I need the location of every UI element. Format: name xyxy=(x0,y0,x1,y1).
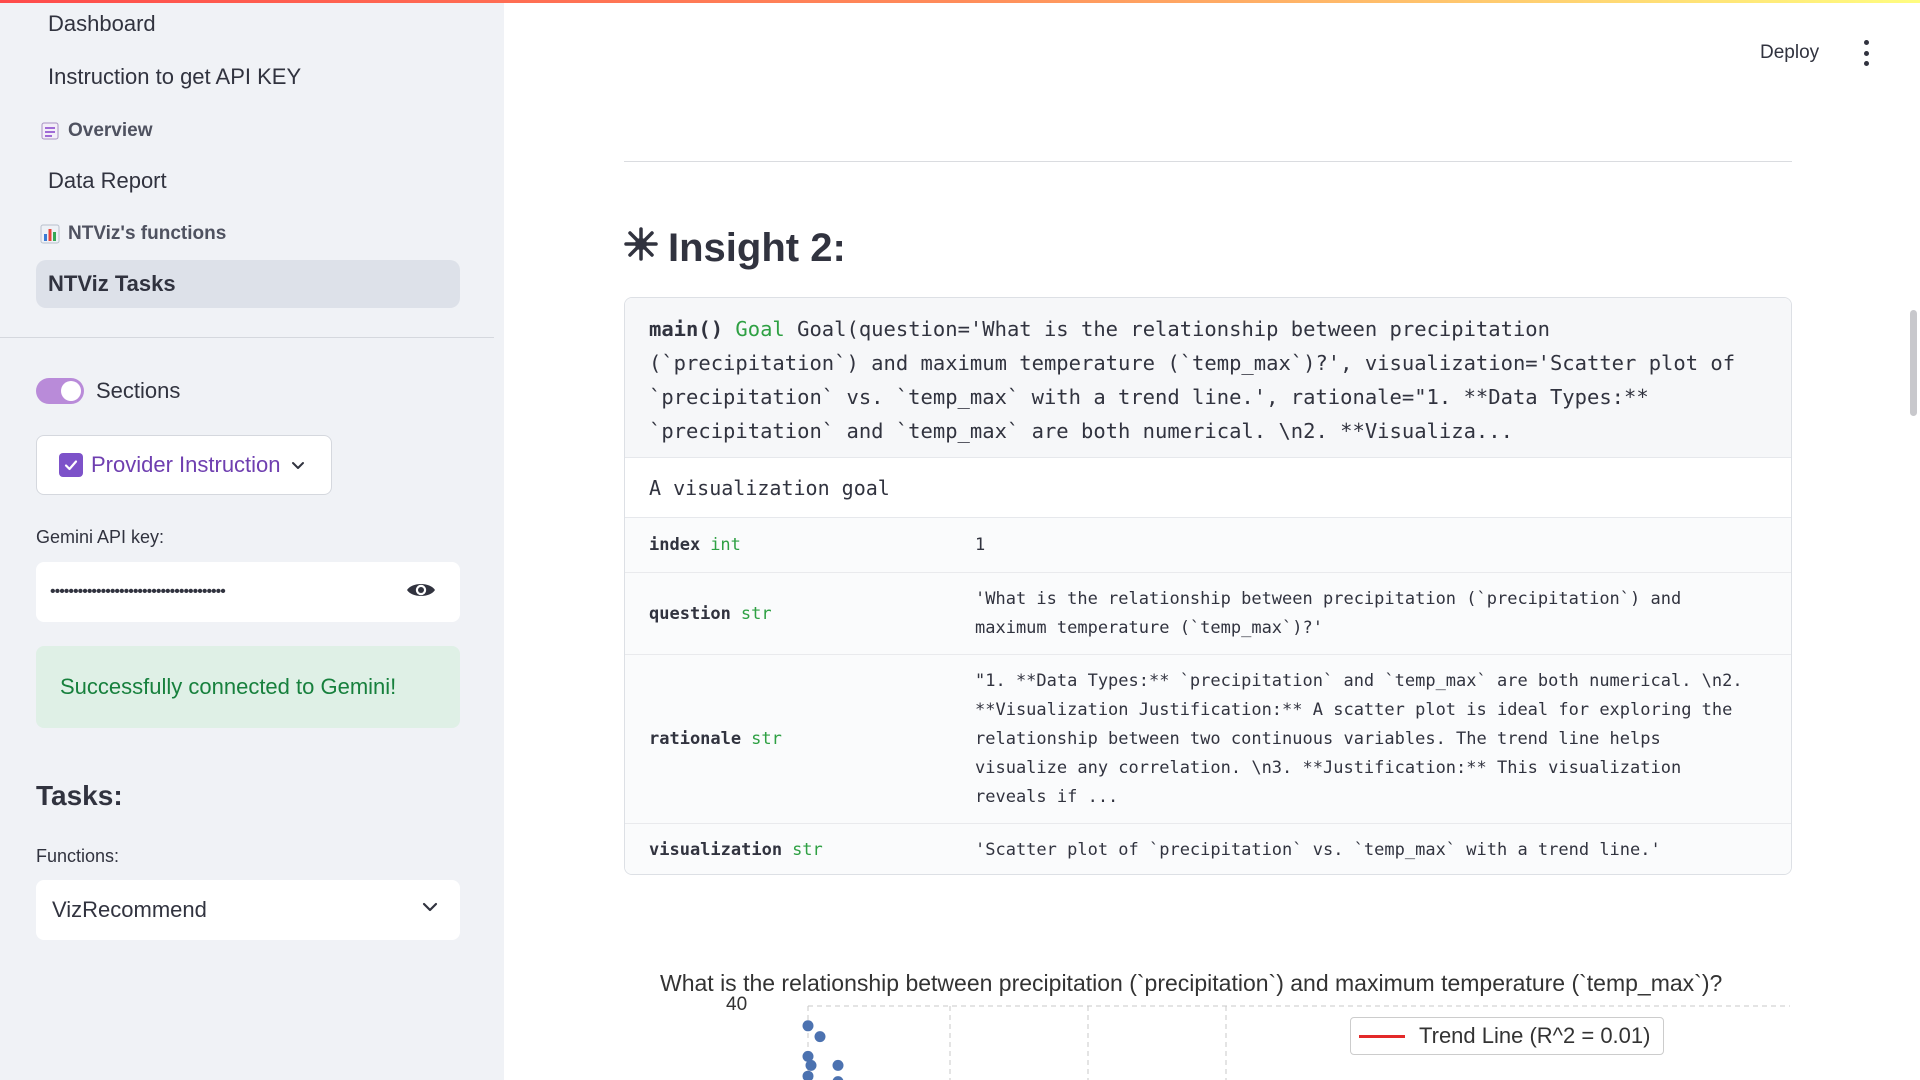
scatter-point xyxy=(805,1059,817,1071)
sidebar-divider xyxy=(0,337,494,338)
sidebar-item-label: Instruction to get API KEY xyxy=(48,64,302,89)
provider-instruction-button[interactable]: Provider Instruction xyxy=(36,435,332,495)
goal-repr: Goal(question='What is the relationship … xyxy=(649,317,1736,443)
eye-icon[interactable] xyxy=(406,580,436,605)
field-name: rationale str xyxy=(649,729,782,749)
sidebar-item-label: Data Report xyxy=(48,168,167,193)
api-key-label: Gemini API key: xyxy=(36,527,165,547)
nav-section-label: NTViz's functions xyxy=(68,223,227,244)
chevron-down-icon xyxy=(420,897,440,923)
insight-title: Insight 2: xyxy=(668,226,846,270)
functions-select-value: VizRecommend xyxy=(52,897,207,922)
field-value: "1. **Data Types:** `precipitation` and … xyxy=(975,670,1753,807)
more-options-icon[interactable] xyxy=(1860,40,1872,66)
chevron-down-icon xyxy=(289,456,307,474)
success-message: Successfully connected to Gemini! xyxy=(60,674,397,699)
sidebar-item-dashboard[interactable]: Dashboard xyxy=(36,0,460,48)
sections-toggle[interactable] xyxy=(36,378,84,404)
scatter-point xyxy=(814,1031,826,1043)
sparkle-icon xyxy=(624,226,658,271)
legend-label: Trend Line (R^2 = 0.01) xyxy=(1419,1023,1651,1048)
nav-section-label: Overview xyxy=(68,120,153,141)
field-value: 'What is the relationship between precip… xyxy=(975,588,1692,638)
table-row: rationale str "1. **Data Types:** `precip… xyxy=(625,655,1791,824)
nav-section-overview: Overview xyxy=(40,120,153,142)
toggle-knob xyxy=(61,381,81,401)
api-key-input[interactable]: •••••••••••••••••••••••••••••••••••••• xyxy=(36,562,460,622)
sidebar-item-api-instruction[interactable]: Instruction to get API KEY xyxy=(36,53,460,101)
scatter-point xyxy=(832,1076,844,1080)
table-row: index int 1 xyxy=(625,518,1791,573)
sidebar-item-data-report[interactable]: Data Report xyxy=(36,157,460,205)
sidebar-item-label: NTViz Tasks xyxy=(48,271,176,296)
success-alert: Successfully connected to Gemini! xyxy=(36,646,460,728)
field-name: question str xyxy=(649,603,772,624)
scatter-point xyxy=(802,1020,814,1032)
goal-prefix: main() xyxy=(649,317,724,341)
sections-toggle-row: Sections xyxy=(36,378,180,404)
deploy-button[interactable]: Deploy xyxy=(1760,42,1819,64)
nav-section-functions: NTViz's functions xyxy=(40,223,226,245)
goal-class: Goal xyxy=(735,317,785,341)
field-name: visualization str xyxy=(649,840,823,860)
legend-swatch xyxy=(1359,1034,1405,1038)
sidebar-item-label: Dashboard xyxy=(48,11,156,36)
sections-toggle-label: Sections xyxy=(96,378,181,403)
field-value: 1 xyxy=(975,534,986,555)
functions-select[interactable]: VizRecommend xyxy=(36,880,460,940)
main-divider xyxy=(624,161,1792,162)
api-key-masked-value: •••••••••••••••••••••••••••••••••••••• xyxy=(50,583,226,600)
goal-docstring: A visualization goal xyxy=(625,458,1791,518)
goal-card-header: main() Goal Goal(question='What is the r… xyxy=(625,298,1791,458)
tasks-heading: Tasks: xyxy=(36,780,123,811)
sidebar-item-ntviz-tasks[interactable]: NTViz Tasks xyxy=(36,260,460,308)
notebook-icon xyxy=(40,121,60,141)
functions-label: Functions: xyxy=(36,846,120,866)
scatter-point xyxy=(802,1070,814,1080)
bar-chart-icon xyxy=(40,224,60,244)
chart-legend: Trend Line (R^2 = 0.01) xyxy=(1350,1017,1664,1055)
field-name: index int xyxy=(649,535,741,555)
goal-inspect-card: main() Goal Goal(question='What is the r… xyxy=(624,297,1792,875)
checkbox-icon xyxy=(59,453,83,477)
insight-heading: Insight 2: xyxy=(624,226,846,271)
table-row: question str 'What is the relationship be… xyxy=(625,573,1791,655)
top-decoration-bar xyxy=(0,0,1920,3)
field-value: 'Scatter plot of `precipitation` vs. `te… xyxy=(975,839,1661,860)
scatter-point xyxy=(832,1059,844,1071)
provider-instruction-label: Provider Instruction xyxy=(91,452,281,477)
table-row: visualization str 'Scatter plot of `preci… xyxy=(625,824,1791,874)
scrollbar-thumb[interactable] xyxy=(1910,310,1917,416)
sidebar: Dashboard Instruction to get API KEY Ove… xyxy=(0,0,504,1080)
